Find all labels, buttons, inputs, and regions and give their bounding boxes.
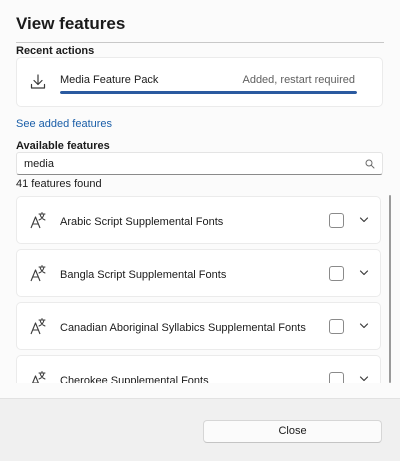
- list-scrollbar[interactable]: [389, 195, 391, 383]
- dialog-footer: Close: [0, 398, 400, 461]
- font-feature-icon: [30, 318, 46, 335]
- feature-checkbox[interactable]: [329, 372, 344, 383]
- font-feature-icon: [32, 371, 46, 383]
- feature-item[interactable]: Arabic Script Supplemental Fonts: [16, 196, 381, 244]
- search-icon: [365, 159, 375, 169]
- recent-action-card: Media Feature Pack Added, restart requir…: [16, 57, 383, 107]
- features-found-count: 41 features found: [16, 178, 102, 190]
- feature-item-label: Arabic Script Supplemental Fonts: [60, 216, 224, 228]
- chevron-down-icon[interactable]: [359, 375, 369, 383]
- chevron-down-icon[interactable]: [359, 322, 369, 330]
- feature-search-input[interactable]: [24, 155, 354, 173]
- title-divider: [16, 42, 384, 43]
- feature-checkbox[interactable]: [329, 213, 344, 228]
- see-added-features-link[interactable]: See added features: [16, 118, 112, 130]
- recent-action-status: Added, restart required: [242, 74, 355, 86]
- feature-item[interactable]: Cherokee Supplemental Fonts: [16, 355, 381, 383]
- recent-actions-heading: Recent actions: [16, 45, 95, 57]
- recent-action-progress-bar: [60, 91, 357, 94]
- feature-item-label: Cherokee Supplemental Fonts: [60, 375, 209, 383]
- feature-item-label: Canadian Aboriginal Syllabics Supplement…: [60, 322, 306, 334]
- recent-action-name: Media Feature Pack: [60, 74, 159, 86]
- dialog-title: View features: [16, 14, 126, 33]
- view-features-dialog: View features Recent actions Media Featu…: [0, 0, 400, 461]
- download-icon: [30, 74, 46, 89]
- chevron-down-icon[interactable]: [359, 216, 369, 224]
- feature-item[interactable]: Canadian Aboriginal Syllabics Supplement…: [16, 302, 381, 350]
- font-feature-icon: [30, 212, 46, 229]
- available-features-heading: Available features: [16, 140, 110, 152]
- font-feature-icon: [30, 265, 46, 282]
- feature-checkbox[interactable]: [329, 319, 344, 334]
- recent-action-progress-fill: [60, 91, 357, 94]
- feature-item[interactable]: Bangla Script Supplemental Fonts: [16, 249, 381, 297]
- feature-checkbox[interactable]: [329, 266, 344, 281]
- close-button[interactable]: Close: [203, 420, 382, 443]
- chevron-down-icon[interactable]: [359, 269, 369, 277]
- available-features-list: Arabic Script Supplemental Fonts Bangla …: [16, 195, 383, 383]
- feature-item-label: Bangla Script Supplemental Fonts: [60, 269, 227, 281]
- feature-search-box: [16, 152, 383, 175]
